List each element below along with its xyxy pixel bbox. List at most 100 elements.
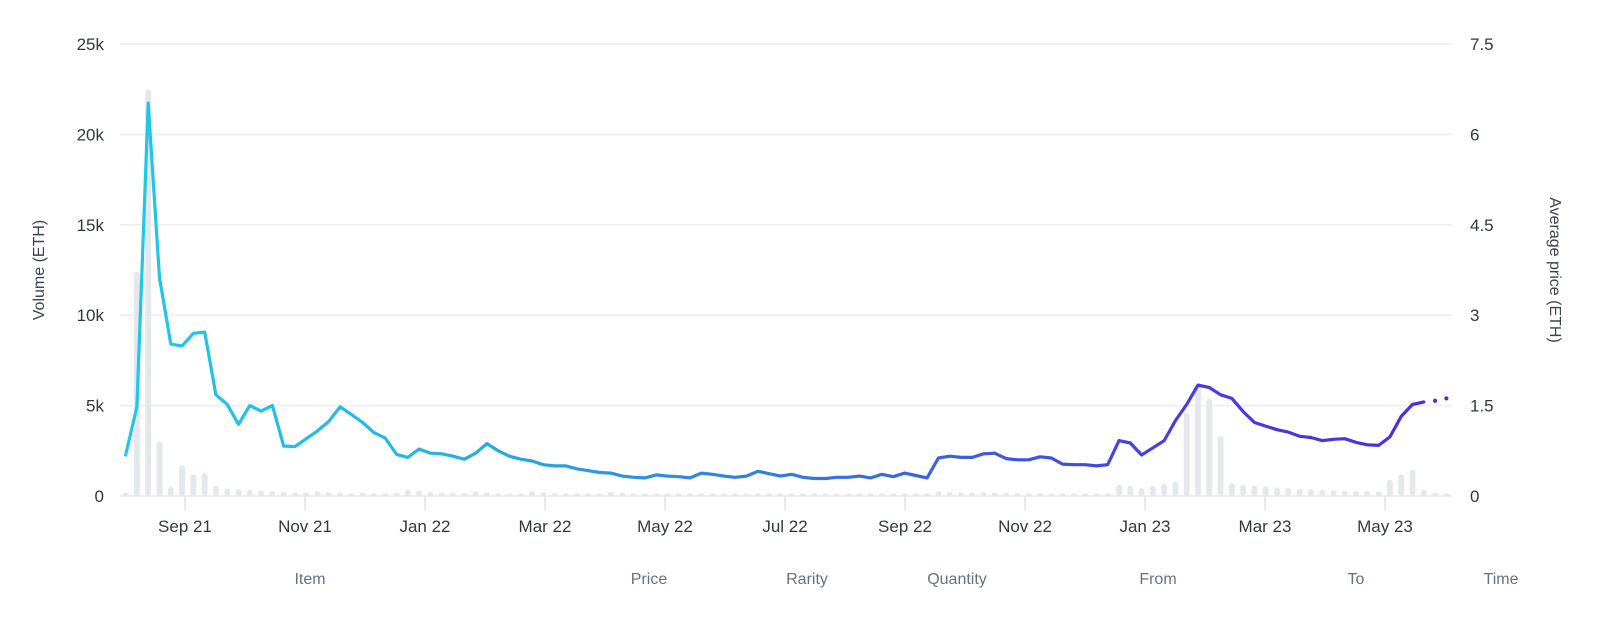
volume-bar[interactable] (653, 493, 660, 497)
footer-column-label[interactable]: Quantity (927, 571, 987, 588)
volume-bar[interactable] (1240, 484, 1247, 496)
volume-bar[interactable] (777, 493, 784, 497)
volume-bar[interactable] (246, 489, 253, 496)
volume-bar[interactable] (1443, 493, 1450, 497)
volume-bar[interactable] (359, 492, 366, 496)
volume-bar[interactable] (641, 493, 648, 497)
volume-bar[interactable] (1364, 491, 1371, 496)
volume-bar[interactable] (1319, 489, 1326, 496)
volume-bar[interactable] (935, 491, 942, 496)
volume-bar[interactable] (1104, 493, 1111, 497)
volume-bar[interactable] (890, 493, 897, 497)
volume-bar[interactable] (1048, 493, 1055, 496)
volume-bar[interactable] (799, 493, 806, 497)
volume-bar[interactable] (1070, 493, 1077, 497)
volume-bar[interactable] (224, 488, 231, 496)
volume-bar[interactable] (1149, 485, 1156, 496)
volume-bar[interactable] (585, 493, 592, 497)
volume-bar[interactable] (495, 493, 502, 496)
volume-bar[interactable] (1251, 485, 1258, 496)
volume-bar[interactable] (393, 492, 400, 496)
volume-bar[interactable] (1093, 493, 1100, 497)
volume-bar[interactable] (529, 491, 535, 496)
volume-bar[interactable] (1386, 479, 1393, 496)
volume-bar[interactable] (280, 492, 287, 496)
volume-bar[interactable] (427, 491, 434, 496)
volume-bar[interactable] (483, 492, 490, 496)
volume-bar[interactable] (1003, 492, 1010, 496)
footer-column-label[interactable]: Item (294, 571, 325, 588)
volume-bar[interactable] (766, 493, 773, 497)
volume-bar[interactable] (1420, 489, 1427, 496)
volume-bar[interactable] (438, 492, 445, 496)
average-price-endpoint-dot[interactable] (1432, 398, 1438, 403)
volume-bar[interactable] (1127, 485, 1134, 496)
volume-bar[interactable] (743, 493, 750, 497)
volume-bar[interactable] (1014, 492, 1021, 496)
volume-bar[interactable] (201, 472, 208, 496)
volume-bar[interactable] (675, 493, 682, 497)
volume-bar[interactable] (788, 493, 795, 497)
volume-bar[interactable] (506, 493, 513, 496)
volume-bar[interactable] (382, 493, 389, 497)
volume-bar[interactable] (167, 486, 174, 496)
volume-bar[interactable] (258, 490, 265, 496)
volume-bar[interactable] (879, 493, 885, 497)
volume-bar[interactable] (1217, 436, 1224, 496)
volume-bar[interactable] (371, 493, 377, 496)
volume-bar[interactable] (540, 492, 547, 496)
volume-bar[interactable] (596, 493, 603, 497)
volume-bar[interactable] (687, 493, 693, 497)
average-price-endpoint-dot[interactable] (1444, 396, 1449, 401)
volume-bar[interactable] (156, 441, 163, 496)
volume-bar[interactable] (235, 488, 242, 496)
volume-bar[interactable] (969, 492, 976, 496)
volume-bar[interactable] (348, 493, 355, 496)
volume-bar[interactable] (292, 492, 298, 496)
volume-bar[interactable] (732, 493, 739, 497)
volume-bar[interactable] (269, 491, 276, 496)
volume-bar[interactable] (991, 492, 998, 496)
volume-bar[interactable] (213, 486, 219, 496)
volume-bar[interactable] (461, 493, 468, 496)
volume-bar[interactable] (1398, 474, 1405, 496)
volume-bar[interactable] (811, 493, 818, 497)
volume-bar[interactable] (1274, 487, 1280, 496)
volume-bar[interactable] (754, 493, 761, 497)
volume-bar[interactable] (1025, 493, 1032, 496)
volume-bar[interactable] (1161, 483, 1168, 496)
volume-bar[interactable] (303, 492, 310, 496)
volume-bar[interactable] (337, 492, 344, 496)
volume-bar[interactable] (404, 489, 411, 496)
volume-bar[interactable] (958, 492, 964, 496)
volume-bar[interactable] (980, 492, 987, 496)
volume-bar[interactable] (867, 493, 874, 497)
volume-bar[interactable] (1307, 489, 1314, 496)
volume-bar[interactable] (574, 493, 581, 497)
volume-bar[interactable] (1330, 490, 1337, 496)
volume-bar[interactable] (1082, 493, 1089, 497)
footer-column-label[interactable]: Rarity (786, 571, 828, 588)
volume-bar[interactable] (450, 492, 456, 496)
volume-bar[interactable] (720, 493, 727, 497)
volume-bar[interactable] (901, 493, 908, 497)
footer-column-label[interactable]: To (1348, 571, 1365, 588)
volume-bar[interactable] (1375, 491, 1382, 496)
volume-bar[interactable] (325, 492, 332, 496)
volume-bar[interactable] (1195, 383, 1201, 496)
volume-bar[interactable] (517, 493, 524, 497)
volume-bar[interactable] (946, 491, 953, 496)
footer-column-label[interactable]: Time (1484, 571, 1519, 588)
volume-bar[interactable] (698, 493, 705, 497)
footer-column-label[interactable]: From (1139, 571, 1176, 588)
volume-bar[interactable] (1138, 488, 1145, 496)
volume-bar[interactable] (472, 491, 479, 496)
volume-bar[interactable] (1409, 469, 1416, 496)
volume-bar[interactable] (1341, 490, 1348, 496)
footer-column-label[interactable]: Price (631, 571, 668, 588)
volume-bar[interactable] (179, 465, 186, 496)
volume-bar[interactable] (122, 492, 129, 496)
volume-bar[interactable] (1172, 481, 1179, 496)
volume-bar[interactable] (924, 493, 931, 497)
average-price-line[interactable] (124, 101, 1426, 481)
